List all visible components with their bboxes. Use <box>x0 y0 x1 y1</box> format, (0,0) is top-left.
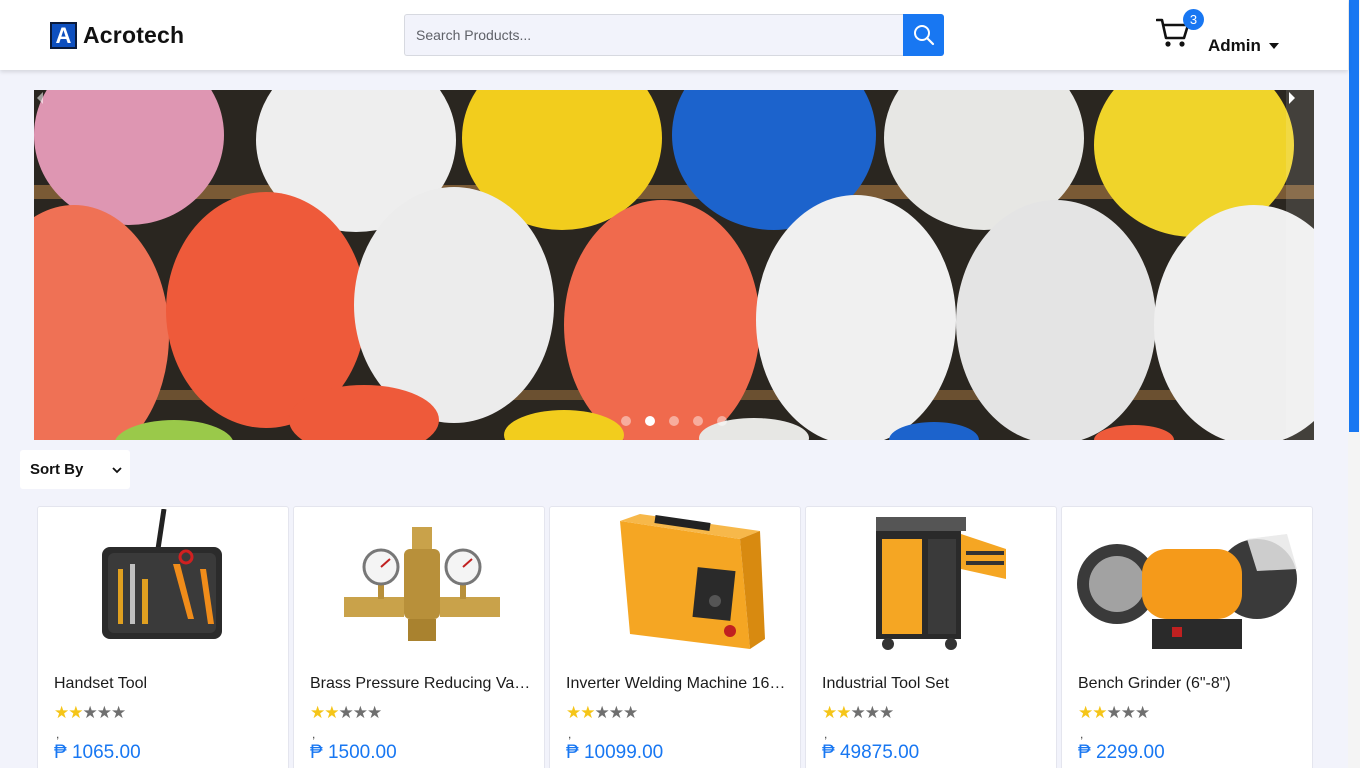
product-separator: , <box>824 727 828 741</box>
product-separator: , <box>56 727 60 741</box>
brand-name: Acrotech <box>83 22 185 48</box>
rating-stars: ★★★★★ <box>54 703 126 723</box>
brand-logo[interactable]: A Acrotech <box>50 22 184 49</box>
search-input[interactable] <box>404 14 903 56</box>
carousel-prev-button[interactable] <box>34 90 62 440</box>
carousel-dot[interactable] <box>669 416 679 426</box>
page-scrollbar[interactable] <box>1348 0 1360 768</box>
star-empty-icon: ★★★ <box>338 703 382 723</box>
hero-carousel <box>34 90 1314 440</box>
cart-count-badge: 3 <box>1183 9 1204 30</box>
product-name: Industrial Tool Set <box>822 675 949 692</box>
star-filled-icon: ★★ <box>1078 703 1108 723</box>
product-name: Handset Tool <box>54 675 148 692</box>
product-price: ₱ 10099.00 <box>566 742 664 763</box>
rating-stars: ★★★★★ <box>566 703 638 723</box>
product-image-welding-machine <box>620 514 765 649</box>
carousel-dot-active[interactable] <box>645 416 655 426</box>
carousel-indicators <box>621 416 727 426</box>
chevron-right-icon <box>1289 92 1295 104</box>
star-filled-icon: ★★ <box>310 703 340 723</box>
product-card[interactable]: Handset Tool ★★★★★ , ₱ 1065.00 <box>37 506 289 768</box>
star-filled-icon: ★★ <box>566 703 596 723</box>
rating-stars: ★★★★★ <box>822 703 894 723</box>
hardhats-banner-image <box>34 90 1314 440</box>
product-price: ₱ 2299.00 <box>1078 742 1165 763</box>
user-name: Admin <box>1208 36 1261 55</box>
user-menu-dropdown[interactable]: Admin <box>1208 36 1279 56</box>
product-separator: , <box>568 727 572 741</box>
carousel-dot[interactable] <box>717 416 727 426</box>
star-empty-icon: ★★★ <box>594 703 638 723</box>
star-empty-icon: ★★★ <box>82 703 126 723</box>
product-name: Bench Grinder (6"-8") <box>1078 675 1231 692</box>
carousel-dot[interactable] <box>693 416 703 426</box>
product-price: ₱ 1500.00 <box>310 742 397 763</box>
product-separator: , <box>312 727 316 741</box>
product-card[interactable]: Industrial Tool Set ★★★★★ , ₱ 49875.00 <box>805 506 1057 768</box>
product-name: Inverter Welding Machine 160A <box>566 675 788 692</box>
chevron-left-icon <box>37 92 43 104</box>
caret-down-icon <box>1268 43 1279 49</box>
product-name: Brass Pressure Reducing Valve <box>310 675 532 692</box>
star-filled-icon: ★★ <box>822 703 852 723</box>
sort-by-select[interactable]: Sort By <box>20 450 130 489</box>
product-image-bench-grinder <box>1077 534 1297 649</box>
search-bar <box>404 14 944 56</box>
product-price: ₱ 49875.00 <box>822 742 920 763</box>
star-empty-icon: ★★★ <box>850 703 894 723</box>
scrollbar-thumb[interactable] <box>1349 0 1359 432</box>
carousel-dot[interactable] <box>621 416 631 426</box>
product-image-handset-tool <box>102 509 222 639</box>
product-image-industrial-tool-set <box>876 517 1006 650</box>
top-navbar: A Acrotech 3 Admin <box>0 0 1348 70</box>
chevron-down-icon <box>112 466 122 473</box>
rating-stars: ★★★★★ <box>1078 703 1150 723</box>
star-filled-icon: ★★ <box>54 703 84 723</box>
star-empty-icon: ★★★ <box>1106 703 1150 723</box>
sort-by-label: Sort By <box>30 461 84 478</box>
brand-logo-mark: A <box>50 22 77 49</box>
search-icon <box>913 25 934 46</box>
product-card[interactable]: Brass Pressure Reducing Valve ★★★★★ , ₱ … <box>293 506 545 768</box>
product-separator: , <box>1080 727 1084 741</box>
product-price: ₱ 1065.00 <box>54 742 141 763</box>
rating-stars: ★★★★★ <box>310 703 382 723</box>
product-card[interactable]: Inverter Welding Machine 160A ★★★★★ , ₱ … <box>549 506 801 768</box>
product-image-pressure-valve <box>344 527 500 641</box>
search-button[interactable] <box>903 14 944 56</box>
product-card[interactable]: Bench Grinder (6"-8") ★★★★★ , ₱ 2299.00 <box>1061 506 1313 768</box>
carousel-next-button[interactable] <box>1286 90 1314 440</box>
